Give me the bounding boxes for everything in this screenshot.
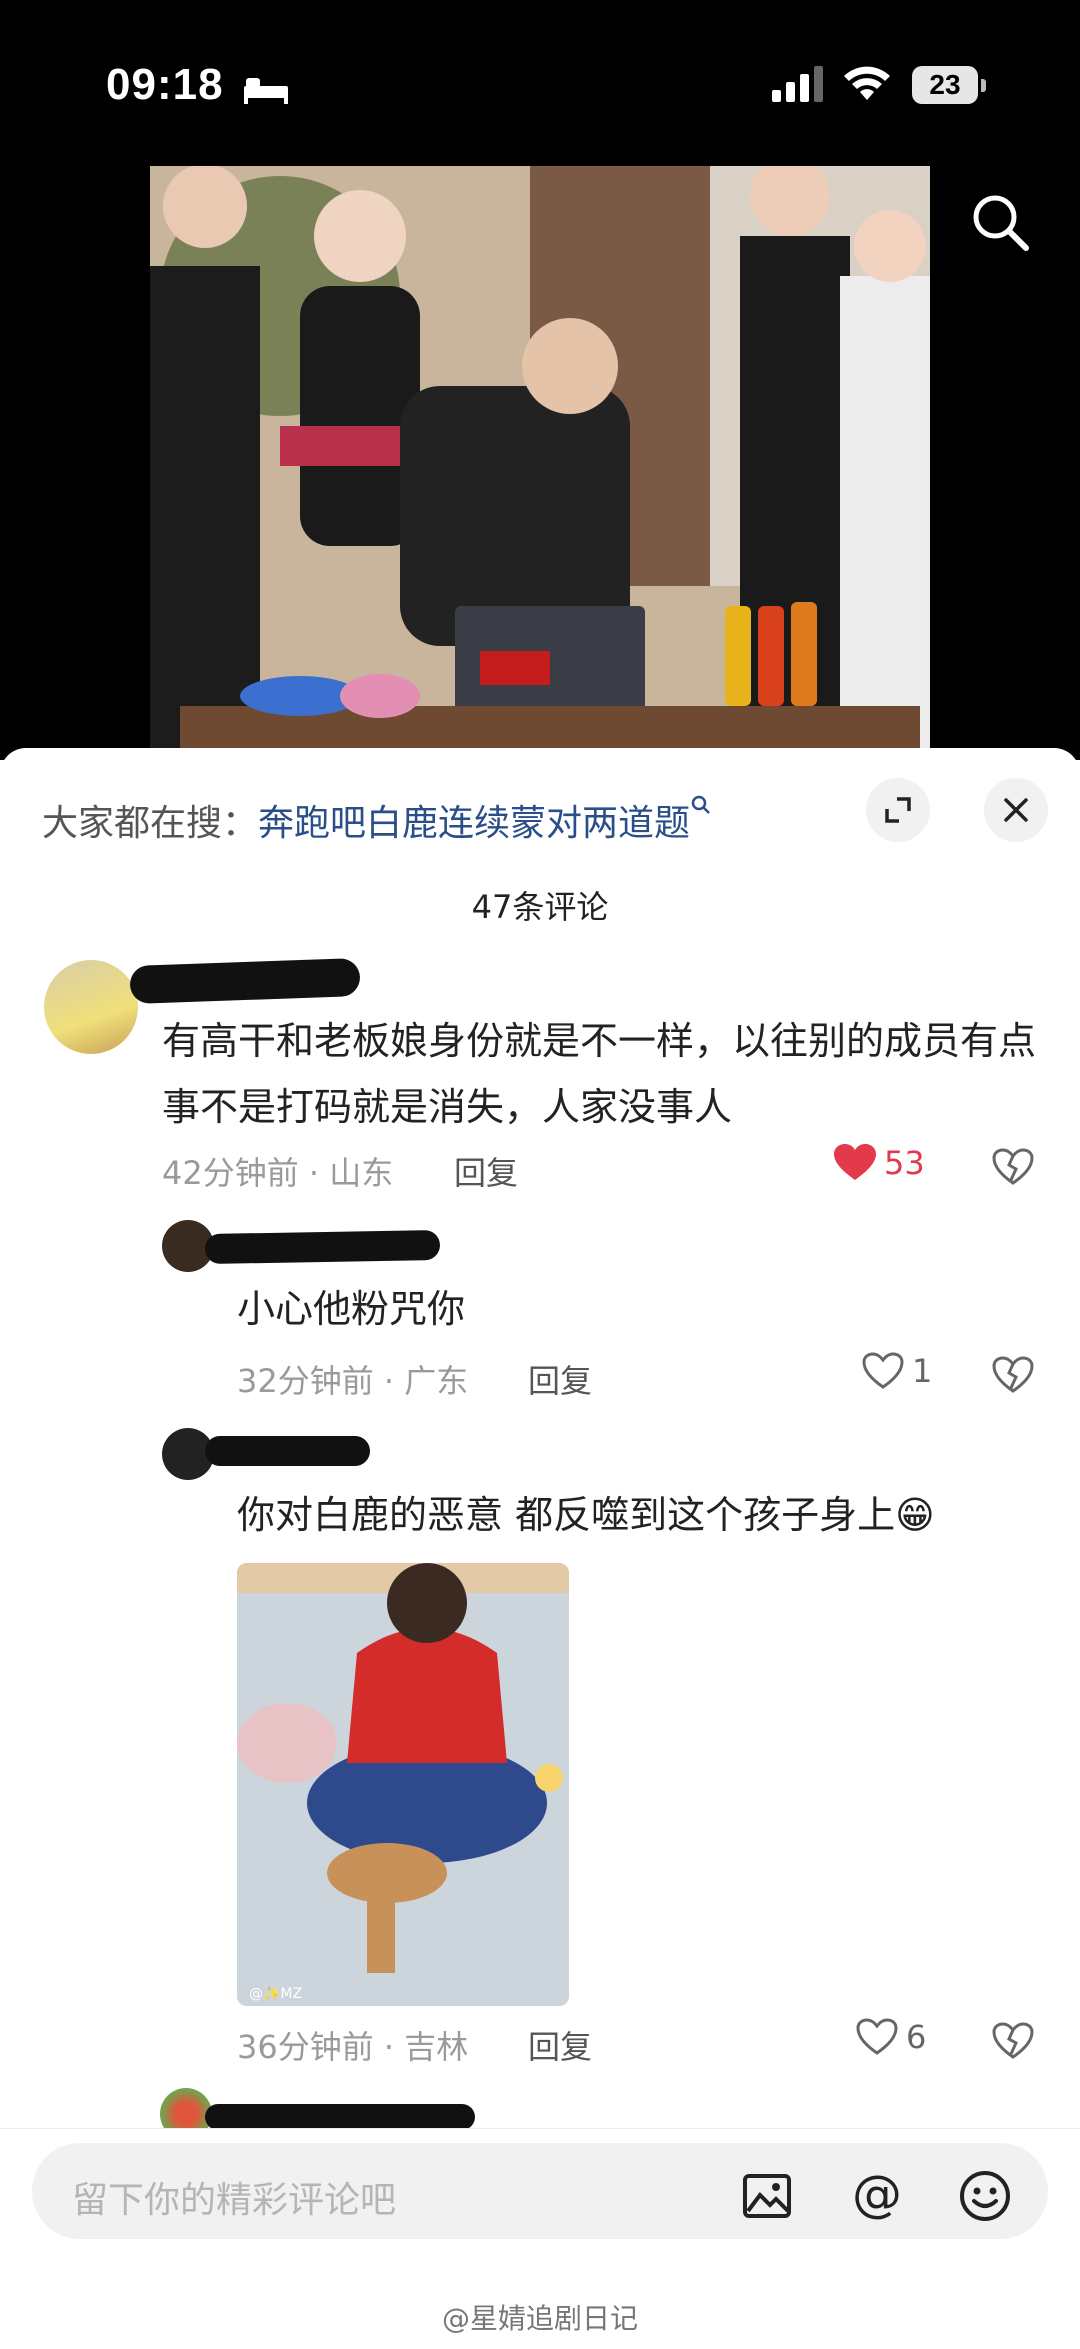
avatar[interactable] bbox=[44, 960, 138, 1054]
watermark: @星婧追剧日记 bbox=[441, 2302, 638, 2335]
like-count: 1 bbox=[912, 1352, 933, 1390]
reply-button[interactable]: 回复 bbox=[528, 2022, 592, 2068]
comment-meta: 36分钟前 · 吉林 bbox=[237, 2028, 469, 2066]
expand-button[interactable] bbox=[866, 778, 930, 842]
status-time: 09:18 bbox=[106, 60, 224, 109]
trending-keyword[interactable]: 奔跑吧白鹿连续蒙对两道题 bbox=[258, 803, 690, 844]
like-button[interactable]: 53 bbox=[834, 1144, 925, 1182]
heart-outline-icon bbox=[856, 2018, 898, 2055]
expand-icon bbox=[885, 797, 911, 823]
video-frame[interactable] bbox=[150, 166, 930, 756]
comment-count: 47条评论 bbox=[471, 888, 609, 926]
wifi-icon bbox=[844, 66, 890, 100]
redacted-username bbox=[205, 2104, 475, 2130]
battery-tip bbox=[981, 79, 986, 92]
video-area: 09:18 23 bbox=[0, 0, 1080, 760]
cellular-signal-icon bbox=[772, 66, 823, 102]
heart-filled-icon bbox=[834, 1144, 876, 1180]
comment-meta: 42分钟前 · 山东 bbox=[162, 1154, 394, 1192]
comment-input[interactable]: 留下你的精彩评论吧 @ bbox=[32, 2143, 1048, 2239]
image-picker-icon[interactable] bbox=[742, 2173, 792, 2219]
redacted-username bbox=[129, 957, 361, 1005]
status-bar: 09:18 23 bbox=[0, 0, 1080, 170]
dislike-icon[interactable] bbox=[992, 1148, 1034, 1186]
trending-search[interactable]: 大家都在搜：奔跑吧白鹿连续蒙对两道题 bbox=[42, 794, 712, 846]
reply-button[interactable]: 回复 bbox=[528, 1356, 592, 1402]
image-caption: @✨MZ bbox=[249, 1985, 302, 2002]
comment-text: 你对白鹿的恶意 都反噬到这个孩子身上😁 bbox=[237, 1493, 935, 1537]
like-count: 53 bbox=[884, 1144, 925, 1182]
redacted-username bbox=[205, 1436, 370, 1466]
comment-text: 小心他粉咒你 bbox=[237, 1287, 466, 1331]
mention-icon[interactable]: @ bbox=[850, 2169, 904, 2223]
comment-meta: 32分钟前 · 广东 bbox=[237, 1362, 469, 1400]
emoji-icon[interactable] bbox=[958, 2169, 1012, 2223]
comment-image-illustration: @✨MZ bbox=[237, 1563, 569, 2006]
heart-outline-icon bbox=[862, 1352, 904, 1389]
video-scene-illustration bbox=[150, 166, 930, 756]
dislike-icon[interactable] bbox=[992, 1356, 1034, 1394]
like-button[interactable]: 6 bbox=[856, 2018, 926, 2056]
dislike-icon[interactable] bbox=[992, 2022, 1034, 2060]
like-count: 6 bbox=[906, 2018, 927, 2056]
battery-indicator: 23 bbox=[912, 66, 978, 104]
redacted-username bbox=[204, 1229, 441, 1265]
reply-button[interactable]: 回复 bbox=[454, 1148, 518, 1194]
comment-image[interactable]: @✨MZ bbox=[237, 1563, 569, 2006]
trending-label: 大家都在搜： bbox=[42, 803, 259, 844]
comment-input-placeholder: 留下你的精彩评论吧 bbox=[72, 2180, 397, 2221]
like-button[interactable]: 1 bbox=[862, 1352, 932, 1390]
close-button[interactable] bbox=[984, 778, 1048, 842]
comment-text: 有高干和老板娘身份就是不一样，以往别的成员有点事不是打码就是消失，人家没事人 bbox=[162, 1019, 1037, 1129]
comment-input-bar: 留下你的精彩评论吧 @ @星婧追剧日记 bbox=[0, 2128, 1080, 2349]
close-icon bbox=[1004, 798, 1028, 822]
sleep-focus-icon bbox=[244, 78, 288, 104]
svg-text:@: @ bbox=[852, 2169, 902, 2223]
search-icon[interactable] bbox=[968, 190, 1032, 254]
small-search-icon bbox=[691, 795, 710, 814]
